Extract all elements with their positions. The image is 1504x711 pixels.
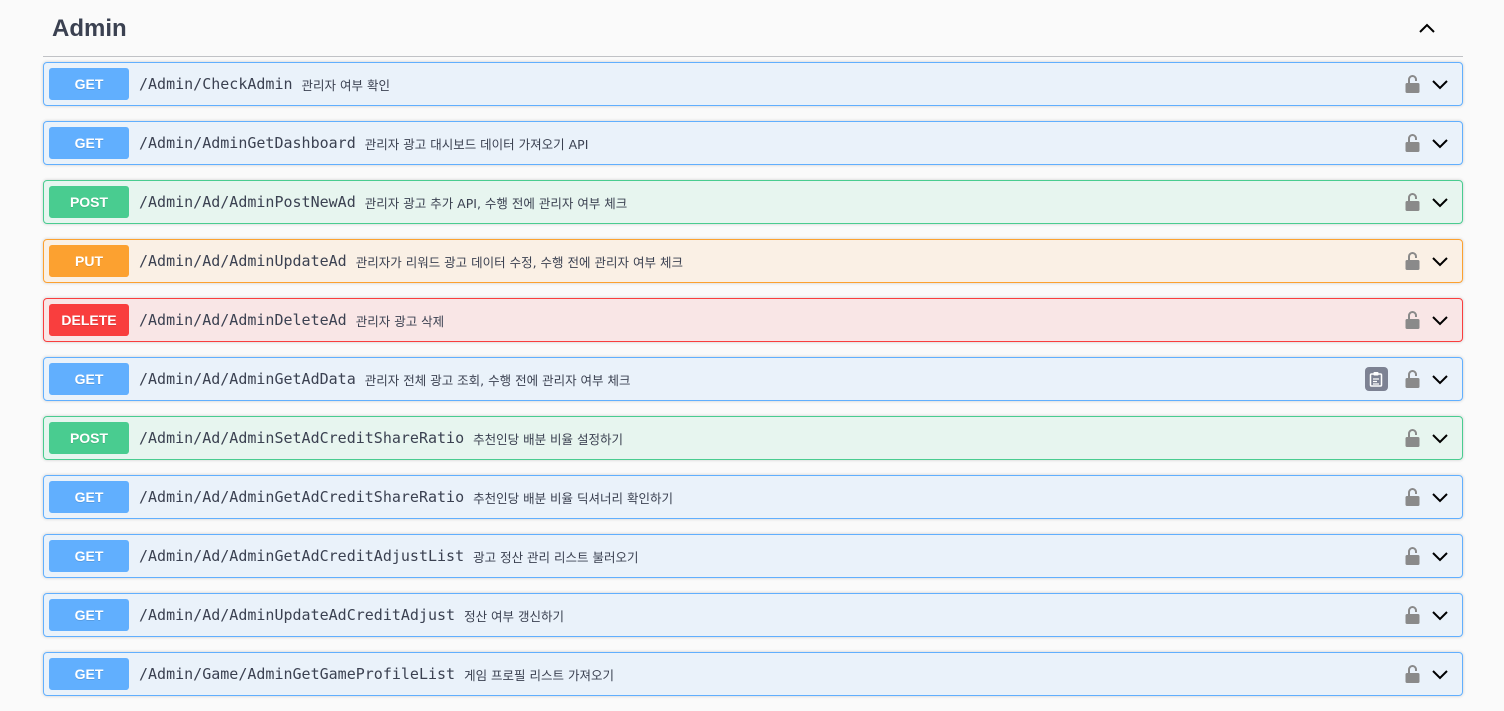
chevron-down-icon[interactable]: [1430, 74, 1450, 94]
chevron-down-icon[interactable]: [1430, 605, 1450, 625]
lock-icon[interactable]: [1404, 310, 1420, 330]
operation-summary: 정산 여부 갱신하기: [464, 608, 565, 624]
operation-summary: 관리자 여부 확인: [301, 77, 390, 93]
lock-icon[interactable]: [1404, 192, 1420, 212]
operation-summary: 추천인당 배분 비율 설정하기: [473, 431, 624, 447]
operation-summary: 추천인당 배분 비율 딕셔너리 확인하기: [473, 490, 674, 506]
operation-row-admingetadcreditshareratio[interactable]: GET /Admin/Ad/AdminGetAdCreditShareRatio…: [43, 475, 1463, 519]
lock-icon[interactable]: [1404, 369, 1420, 389]
operation-path: /Admin/Ad/AdminSetAdCreditShareRatio: [139, 429, 465, 447]
operation-actions: [1404, 181, 1450, 223]
operation-summary: 관리자가 리워드 광고 데이터 수정, 수행 전에 관리자 여부 체크: [355, 254, 683, 270]
chevron-down-icon[interactable]: [1430, 369, 1450, 389]
chevron-down-icon[interactable]: [1430, 546, 1450, 566]
operation-path: /Admin/Ad/AdminUpdateAd: [139, 252, 347, 270]
operation-row-admingetadcreditadjustlist[interactable]: GET /Admin/Ad/AdminGetAdCreditAdjustList…: [43, 534, 1463, 578]
lock-icon[interactable]: [1404, 251, 1420, 271]
operation-actions: [1404, 594, 1450, 636]
operation-summary: 게임 프로필 리스트 가져오기: [464, 667, 614, 683]
chevron-down-icon[interactable]: [1430, 487, 1450, 507]
copy-icon[interactable]: [1365, 367, 1388, 391]
operation-summary: 관리자 광고 대시보드 데이터 가져오기 API: [364, 136, 589, 152]
operation-row-adminupdatead[interactable]: PUT /Admin/Ad/AdminUpdateAd 관리자가 리워드 광고 …: [43, 239, 1463, 283]
operation-actions: [1404, 476, 1450, 518]
operation-actions: [1404, 535, 1450, 577]
operation-row-admindeletead[interactable]: DELETE /Admin/Ad/AdminDeleteAd 관리자 광고 삭제: [43, 298, 1463, 342]
operation-path: /Admin/Ad/AdminGetAdData: [139, 370, 356, 388]
chevron-down-icon[interactable]: [1430, 664, 1450, 684]
operation-path: /Admin/Game/AdminGetGameProfileList: [139, 665, 456, 683]
section-header[interactable]: Admin: [43, 0, 1463, 57]
operation-summary: 광고 정산 관리 리스트 불러오기: [473, 549, 639, 565]
operation-summary: 관리자 전체 광고 조회, 수행 전에 관리자 여부 체크: [364, 372, 631, 388]
operation-actions: [1404, 63, 1450, 105]
operation-path: /Admin/Ad/AdminDeleteAd: [139, 311, 347, 329]
method-badge: GET: [49, 658, 129, 690]
operation-path: /Admin/Ad/AdminGetAdCreditAdjustList: [139, 547, 465, 565]
lock-icon[interactable]: [1404, 133, 1420, 153]
lock-icon[interactable]: [1404, 487, 1420, 507]
operation-row-admingetaddata[interactable]: GET /Admin/Ad/AdminGetAdData 관리자 전체 광고 조…: [43, 357, 1463, 401]
chevron-down-icon[interactable]: [1430, 310, 1450, 330]
method-badge: GET: [49, 481, 129, 513]
operation-actions: [1404, 653, 1450, 695]
lock-icon[interactable]: [1404, 605, 1420, 625]
method-badge: GET: [49, 599, 129, 631]
method-badge: GET: [49, 68, 129, 100]
operation-row-checkadmin[interactable]: GET /Admin/CheckAdmin 관리자 여부 확인: [43, 62, 1463, 106]
operation-row-adminpostnewad[interactable]: POST /Admin/Ad/AdminPostNewAd 관리자 광고 추가 …: [43, 180, 1463, 224]
operation-summary: 관리자 광고 삭제: [355, 313, 445, 329]
method-badge: GET: [49, 127, 129, 159]
lock-icon[interactable]: [1404, 74, 1420, 94]
chevron-down-icon[interactable]: [1430, 133, 1450, 153]
operation-row-admingetgameprofilelist[interactable]: GET /Admin/Game/AdminGetGameProfileList …: [43, 652, 1463, 696]
operations-list: GET /Admin/CheckAdmin 관리자 여부 확인 GET /Adm…: [43, 62, 1463, 711]
operation-summary: 관리자 광고 추가 API, 수행 전에 관리자 여부 체크: [364, 195, 628, 211]
operation-path: /Admin/Ad/AdminUpdateAdCreditAdjust: [139, 606, 456, 624]
operation-path: /Admin/AdminGetDashboard: [139, 134, 356, 152]
operation-actions: [1365, 358, 1450, 400]
method-badge: DELETE: [49, 304, 129, 336]
operation-row-admingetdashboard[interactable]: GET /Admin/AdminGetDashboard 관리자 광고 대시보드…: [43, 121, 1463, 165]
operation-actions: [1404, 240, 1450, 282]
lock-icon[interactable]: [1404, 428, 1420, 448]
method-badge: GET: [49, 363, 129, 395]
chevron-down-icon[interactable]: [1430, 192, 1450, 212]
operation-path: /Admin/CheckAdmin: [139, 75, 293, 93]
chevron-down-icon[interactable]: [1430, 428, 1450, 448]
operation-actions: [1404, 122, 1450, 164]
operation-actions: [1404, 299, 1450, 341]
chevron-down-icon[interactable]: [1430, 251, 1450, 271]
method-badge: POST: [49, 186, 129, 218]
method-badge: POST: [49, 422, 129, 454]
operation-path: /Admin/Ad/AdminPostNewAd: [139, 193, 356, 211]
lock-icon[interactable]: [1404, 664, 1420, 684]
operation-actions: [1404, 417, 1450, 459]
method-badge: GET: [49, 540, 129, 572]
method-badge: PUT: [49, 245, 129, 277]
chevron-up-icon[interactable]: [1417, 19, 1437, 39]
operation-path: /Admin/Ad/AdminGetAdCreditShareRatio: [139, 488, 465, 506]
operation-row-adminupdateadcreditadjust[interactable]: GET /Admin/Ad/AdminUpdateAdCreditAdjust …: [43, 593, 1463, 637]
section-title: Admin: [52, 15, 127, 42]
lock-icon[interactable]: [1404, 546, 1420, 566]
operation-row-adminsetadcreditshareratio[interactable]: POST /Admin/Ad/AdminSetAdCreditShareRati…: [43, 416, 1463, 460]
